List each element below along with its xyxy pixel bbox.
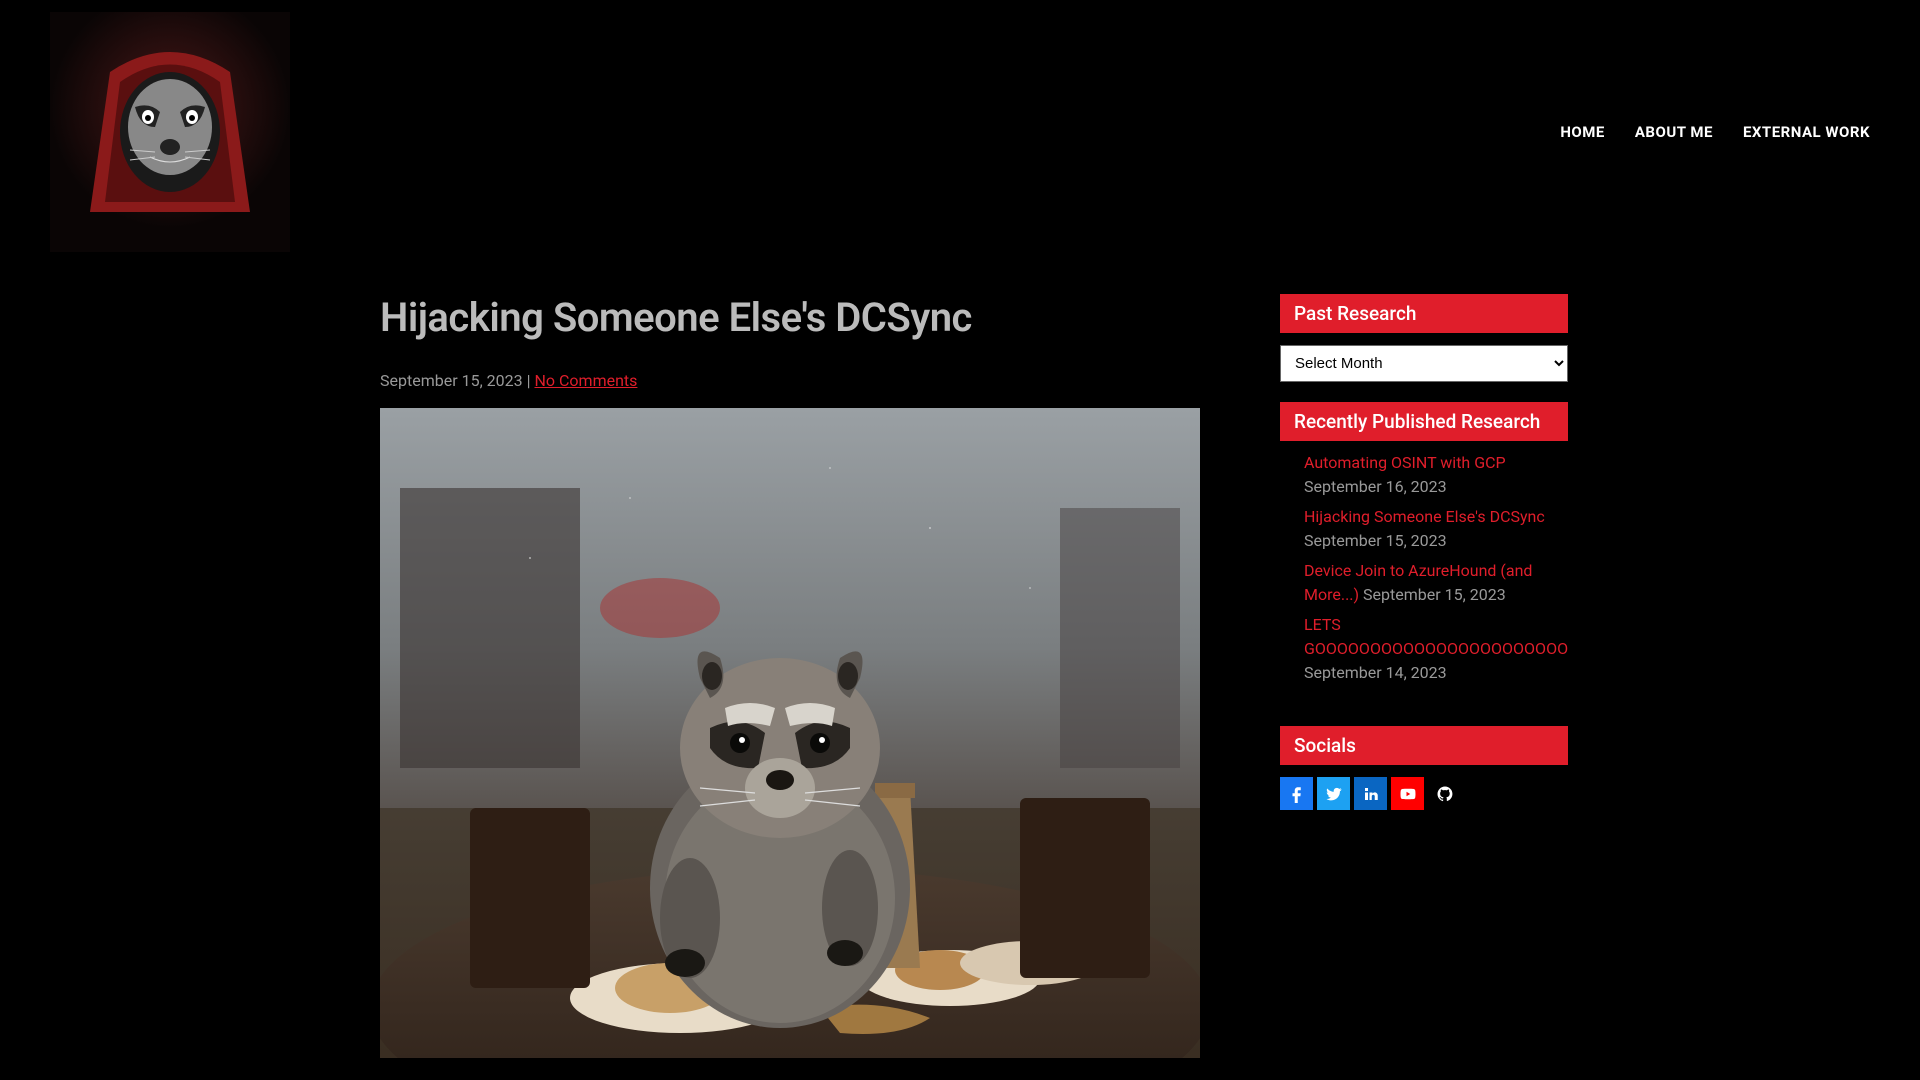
widget-title-recent: Recently Published Research [1280, 402, 1568, 441]
recent-post-link[interactable]: Hijacking Someone Else's DCSync [1304, 507, 1545, 526]
widget-recent: Recently Published Research Automating O… [1280, 402, 1568, 711]
recent-post-date: September 15, 2023 [1363, 585, 1506, 604]
comments-link[interactable]: No Comments [535, 371, 638, 390]
content-area: Hijacking Someone Else's DCSync Septembe… [0, 264, 1920, 1058]
list-item: Automating OSINT with GCP September 16, … [1304, 451, 1568, 499]
recent-posts-list: Automating OSINT with GCP September 16, … [1280, 441, 1568, 711]
linkedin-icon[interactable] [1354, 777, 1387, 810]
recent-post-date: September 16, 2023 [1304, 477, 1447, 496]
facebook-icon[interactable] [1280, 777, 1313, 810]
post-date: September 15, 2023 [380, 371, 523, 390]
list-item: Hijacking Someone Else's DCSync Septembe… [1304, 505, 1568, 553]
recent-post-date: September 14, 2023 [1304, 663, 1447, 682]
youtube-icon[interactable] [1391, 777, 1424, 810]
main-nav: HOME ABOUT ME EXTERNAL WORK [1560, 123, 1870, 141]
nav-external[interactable]: EXTERNAL WORK [1743, 123, 1870, 141]
site-logo[interactable] [50, 12, 290, 252]
recent-post-date: September 15, 2023 [1304, 531, 1447, 550]
socials-row [1280, 765, 1568, 810]
twitter-icon[interactable] [1317, 777, 1350, 810]
widget-socials: Socials [1280, 726, 1568, 810]
nav-home[interactable]: HOME [1560, 123, 1605, 141]
recent-post-link[interactable]: LETS GOOOOOOOOOOOOOOOOOOOOOOO [1304, 615, 1568, 658]
site-header: HOME ABOUT ME EXTERNAL WORK [0, 0, 1920, 264]
widget-past-research: Past Research Select Month [1280, 294, 1568, 382]
widget-title-past-research: Past Research [1280, 294, 1568, 333]
archive-select[interactable]: Select Month [1280, 345, 1568, 382]
post-meta: September 15, 2023 | No Comments [380, 371, 1200, 390]
list-item: LETS GOOOOOOOOOOOOOOOOOOOOOOO September … [1304, 613, 1568, 685]
main-column: Hijacking Someone Else's DCSync Septembe… [380, 294, 1200, 1058]
recent-post-link[interactable]: Automating OSINT with GCP [1304, 453, 1506, 472]
widget-title-socials: Socials [1280, 726, 1568, 765]
nav-about[interactable]: ABOUT ME [1635, 123, 1713, 141]
list-item: Device Join to AzureHound (and More...) … [1304, 559, 1568, 607]
sidebar: Past Research Select Month Recently Publ… [1280, 294, 1568, 1058]
post-featured-image [380, 408, 1200, 1058]
github-icon[interactable] [1428, 777, 1461, 810]
post-title: Hijacking Someone Else's DCSync [380, 294, 1200, 341]
meta-separator: | [523, 371, 535, 390]
